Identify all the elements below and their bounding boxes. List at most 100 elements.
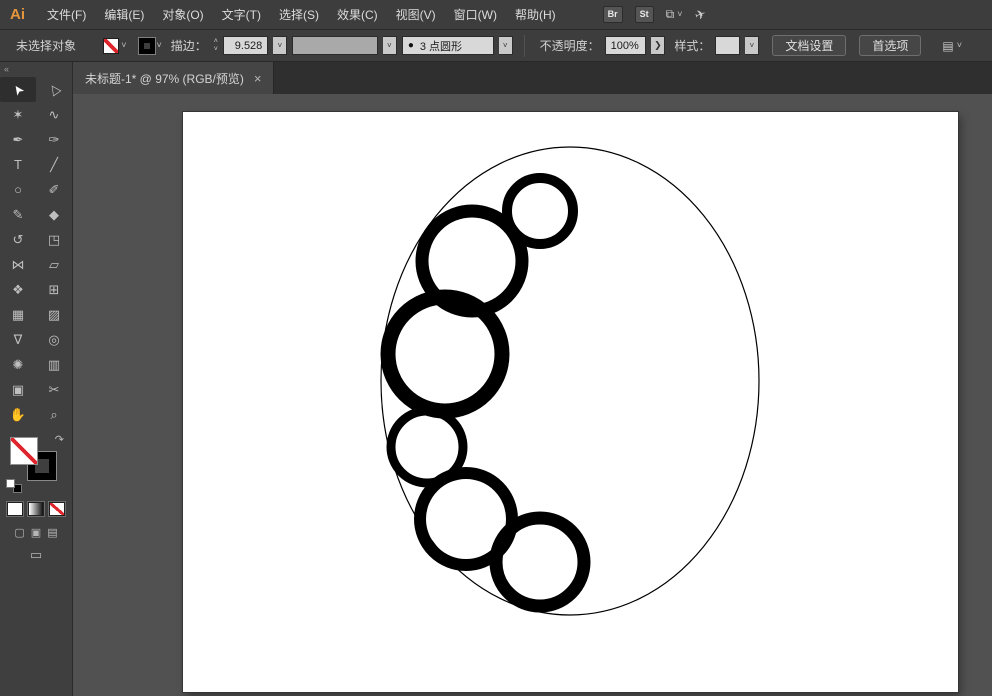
menu-item-help[interactable]: 帮助(H) [506,0,565,30]
circle-shape-3[interactable] [388,297,502,411]
circle-shape-6[interactable] [496,518,584,606]
magic-wand-tool[interactable]: ✶ [0,102,36,127]
stroke-color-swatch[interactable] [139,38,155,54]
hand-tool[interactable]: ✋ [0,402,36,427]
divider [524,35,525,57]
perspective-grid-tool-icon: ⊞ [49,282,60,298]
toolbar-collapse-button[interactable]: « [0,62,72,77]
fill-stroke-indicator: ↷ [6,435,66,493]
illustrator-app: Ai 文件(F)编辑(E)对象(O)文字(T)选择(S)效果(C)视图(V)窗口… [0,0,992,696]
menu-item-view[interactable]: 视图(V) [387,0,445,30]
pencil-tool[interactable]: ✎ [0,202,36,227]
draw-behind-button[interactable]: ▣ [31,526,41,539]
fill-color-swatch[interactable] [103,38,119,54]
document-setup-button[interactable]: 文档设置 [772,35,846,56]
type-tool[interactable]: T [0,152,36,177]
none-button[interactable] [49,502,65,516]
stroke-weight-stepper[interactable]: ˄ ˅ [214,38,218,53]
screen-mode-button[interactable]: ▭ [0,547,72,563]
gpu-performance-icon[interactable]: ✈ [692,5,708,24]
free-transform-tool[interactable]: ▱ [36,252,72,277]
stock-button[interactable]: St [635,6,654,23]
align-panel-dropdown[interactable]: ▤ ˅ [942,39,962,53]
opacity-field[interactable]: 100% [605,36,647,55]
style-chevron-icon[interactable]: ˅ [745,36,759,55]
menu-item-select[interactable]: 选择(S) [270,0,328,30]
stepper-down-icon[interactable]: ˅ [214,46,218,53]
default-fill-square [6,479,15,488]
draw-inside-button[interactable]: ▤ [47,526,57,539]
fill-indicator[interactable] [10,437,38,465]
symbol-sprayer-tool[interactable]: ✺ [0,352,36,377]
width-tool[interactable]: ⋈ [0,252,36,277]
column-graph-tool[interactable]: ▥ [36,352,72,377]
brush-definition-dropdown[interactable]: ● 3 点圆形 [402,36,494,55]
rotate-tool[interactable]: ↺ [0,227,36,252]
stroke-weight-dropdown-icon[interactable]: ˅ [273,36,287,55]
paintbrush-tool[interactable]: ✐ [36,177,72,202]
gradient-tool[interactable]: ▨ [36,302,72,327]
draw-normal-button[interactable]: ▢ [14,526,24,539]
brush-chevron-icon[interactable]: ˅ [499,36,513,55]
pen-tool[interactable]: ✒ [0,127,36,152]
menu-item-effect[interactable]: 效果(C) [328,0,387,30]
document-tab-strip: 未标题-1* @ 97% (RGB/预览) × [73,62,992,94]
main-area: « ➤▷✶∿✒✑T ╱ ○✐✎ ◆ ↺◳⋈▱❖ ⊞ ▦▨∇◎✺ ▥ ▣ ✂✋⌕ ↷ ▢ ▣ [0,62,992,696]
opacity-value: 100% [611,40,639,52]
collapse-icon: « [4,64,9,74]
width-profile-dropdown[interactable] [292,36,378,55]
document-tab[interactable]: 未标题-1* @ 97% (RGB/预览) × [73,62,274,94]
selection-tool[interactable]: ➤ [0,77,36,102]
stepper-up-icon[interactable]: ˄ [214,38,218,45]
blend-tool[interactable]: ◎ [36,327,72,352]
swap-colors-icon[interactable]: ↷ [55,433,64,446]
eraser-tool-icon: ◆ [49,207,59,223]
mesh-tool[interactable]: ▦ [0,302,36,327]
bridge-button[interactable]: Br [603,6,623,23]
control-bar: 未选择对象 ˅ ˅ 描边： ˄ ˅ 9.528 ˅ ˅ ● 3 点圆形 ˅ 不透… [0,30,992,62]
artboard-tool[interactable]: ▣ [0,377,36,402]
menu-item-edit[interactable]: 编辑(E) [95,0,153,30]
menu-item-object[interactable]: 对象(O) [153,0,212,30]
canvas-area[interactable] [73,94,992,696]
fill-chevron-icon[interactable]: ˅ [121,41,126,50]
lasso-tool[interactable]: ∿ [36,102,72,127]
menu-item-window[interactable]: 窗口(W) [445,0,506,30]
style-label: 样式： [674,37,710,54]
column-graph-tool-icon: ▥ [48,357,60,373]
menu-item-file[interactable]: 文件(F) [38,0,95,30]
opacity-label: 不透明度： [540,37,600,54]
stroke-chevron-icon[interactable]: ˅ [157,41,162,50]
scale-tool[interactable]: ◳ [36,227,72,252]
line-segment-tool[interactable]: ╱ [36,152,72,177]
app-logo[interactable]: Ai [10,6,25,23]
menu-item-type[interactable]: 文字(T) [213,0,270,30]
color-button[interactable] [7,502,23,516]
zoom-tool[interactable]: ⌕ [36,402,72,427]
artboard-tool-icon: ▣ [12,382,24,398]
line-segment-tool-icon: ╱ [50,157,58,173]
menubar-right-cluster: Br St ⧉ ˅ ✈ [603,6,706,23]
main-menu: 文件(F)编辑(E)对象(O)文字(T)选择(S)效果(C)视图(V)窗口(W)… [38,0,565,29]
slice-tool[interactable]: ✂ [36,377,72,402]
eraser-tool[interactable]: ◆ [36,202,72,227]
align-panel-icon: ▤ [942,39,953,53]
shape-builder-tool[interactable]: ❖ [0,277,36,302]
close-icon[interactable]: × [254,71,262,86]
preferences-button[interactable]: 首选项 [859,35,921,56]
width-profile-chevron-icon[interactable]: ˅ [383,36,397,55]
workspace-switcher[interactable]: ⧉ ˅ [666,7,683,22]
artboard[interactable] [183,112,958,692]
ellipse-tool[interactable]: ○ [0,177,36,202]
eyedropper-tool[interactable]: ∇ [0,327,36,352]
default-colors-icon[interactable] [6,479,22,493]
workspace-icon: ⧉ [666,7,675,22]
style-dropdown[interactable] [715,36,740,55]
direct-selection-tool[interactable]: ▷ [36,77,72,102]
gradient-button[interactable] [28,502,44,516]
artboard-canvas[interactable] [183,112,958,692]
perspective-grid-tool[interactable]: ⊞ [36,277,72,302]
curvature-tool[interactable]: ✑ [36,127,72,152]
opacity-arrow-icon[interactable]: ❯ [651,36,665,55]
stroke-weight-field[interactable]: 9.528 [223,36,268,55]
